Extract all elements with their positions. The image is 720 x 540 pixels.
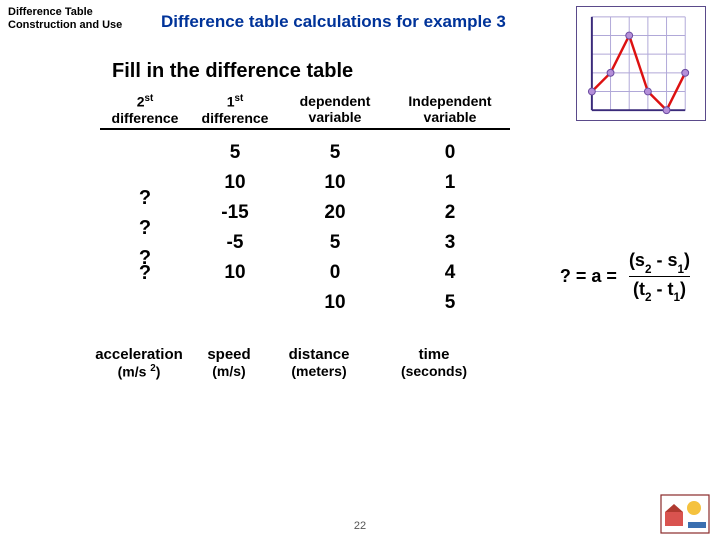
cell-1st-diff: 10 [190,258,280,288]
formula-numerator: (s2 - s1) [625,250,694,276]
cell-1st-diff: -5 [190,228,280,258]
topic-label: Difference Table Construction and Use [8,6,143,32]
cell-1st-diff: -15 [190,198,280,228]
header-underline [100,128,510,130]
cell-independent: 0 [390,138,510,168]
cell-dependent: 0 [280,258,390,288]
cell-independent: 1 [390,168,510,198]
unit-speed: speed(m/s) [194,346,264,380]
cell-1st-diff: 10 [190,168,280,198]
cell-dependent: 20 [280,198,390,228]
difference-table: 2st difference 1st difference dependentv… [100,93,720,379]
cell-dependent: 10 [280,288,390,318]
cell-independent: 2 [390,198,510,228]
col-header-independent: Independentvariable [390,93,510,126]
unit-acceleration: acceleration (m/s 2) [84,346,194,380]
unit-distance: distance(meters) [264,346,374,380]
table-row: ? 10 10 1 [100,168,720,198]
page-number: 22 [354,520,366,532]
cell-2nd-diff [100,153,190,183]
cell-2nd-diff: ? [100,243,190,273]
cell-independent: 3 [390,228,510,258]
cell-dependent: 5 [280,138,390,168]
page-title: Difference table calculations for exampl… [161,6,506,32]
cell-1st-diff: 5 [190,138,280,168]
cell-2nd-diff: ? [100,213,190,243]
cell-independent: 4 [390,258,510,288]
col-header-2nd-diff: 2st difference [100,93,190,126]
cell-dependent: 10 [280,168,390,198]
cell-2nd-diff: ? [100,183,190,213]
cell-dependent: 5 [280,228,390,258]
unit-row: acceleration (m/s 2) speed(m/s) distance… [100,346,720,380]
formula-lhs: ? = a = [560,266,617,287]
col-header-1st-diff: 1st difference [190,93,280,126]
logo-icon [660,494,710,534]
mini-graph [576,6,706,121]
cell-2nd-diff [100,288,190,318]
col-header-dependent: dependentvariable [280,93,390,126]
unit-time: time(seconds) [374,346,494,380]
table-row: ? -15 20 2 [100,198,720,228]
cell-1st-diff [190,288,280,318]
acceleration-formula: ? = a = (s2 - s1) (t2 - t1) [560,250,694,302]
table-row: 5 5 0 [100,138,720,168]
formula-denominator: (t2 - t1) [629,276,690,303]
cell-independent: 5 [390,288,510,318]
